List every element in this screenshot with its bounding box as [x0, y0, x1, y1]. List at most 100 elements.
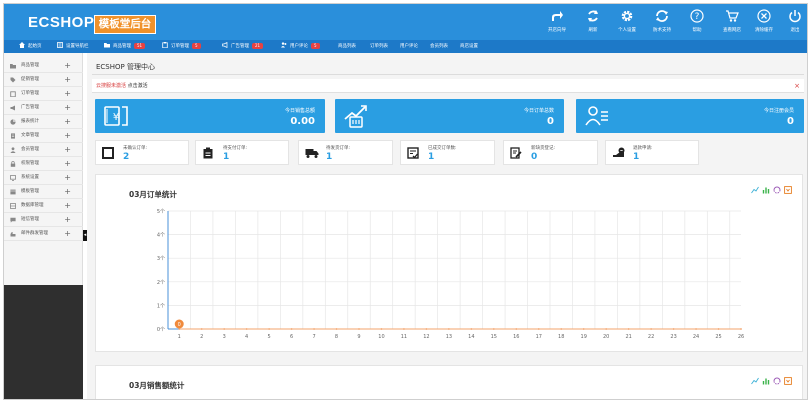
home-icon [19, 42, 25, 48]
lock-icon [10, 161, 16, 167]
stat-card-members[interactable]: 今日注册会员 0 [576, 99, 804, 133]
logout-button[interactable]: 退出 [778, 9, 807, 33]
expand-icon[interactable]: + [64, 213, 71, 227]
sidebar-item-members[interactable]: 会员管理 + [4, 143, 83, 157]
expand-icon[interactable]: + [64, 171, 71, 185]
mini-stat-value: 0 [531, 152, 538, 162]
personal-settings-button[interactable]: 个人设置 [610, 9, 644, 33]
save-image-icon[interactable] [784, 377, 792, 385]
sidebar-item-ads[interactable]: 广告管理 + [4, 101, 83, 115]
sidebar-item-articles[interactable]: 文章管理 + [4, 129, 83, 143]
data-point [245, 328, 248, 330]
sidebar-item-database[interactable]: 数据库管理 + [4, 199, 83, 213]
data-point [627, 328, 630, 330]
refresh-button[interactable]: 刷新 [576, 9, 610, 33]
restore-icon[interactable] [773, 377, 781, 385]
expand-icon[interactable]: + [64, 143, 71, 157]
sidebar-item-label: 模板管理 [21, 189, 39, 194]
app-window: ECSHOP 模板堂后台 开店向导 刷新 个人设置 防术支持 ? 帮助 查看网店 [3, 3, 808, 400]
tool-label: 查看网店 [723, 28, 741, 33]
mini-stat-unpaid[interactable]: 待支付订单: 1 [195, 140, 289, 165]
mini-stat-refund[interactable]: 退款申请: 1 [605, 140, 699, 165]
stat-card-orders[interactable]: 今日订单总数 0 [335, 99, 564, 133]
mini-stat-out-of-stock[interactable]: 新缺货登记: 0 [503, 140, 598, 165]
megaphone-icon [10, 105, 15, 111]
data-point [560, 328, 563, 330]
x-tick-label: 16 [513, 334, 519, 340]
x-tick-label: 6 [290, 334, 293, 340]
mini-stat-to-ship[interactable]: 待发货订单: 1 [298, 140, 393, 165]
expand-icon[interactable]: + [64, 101, 71, 115]
logo-text[interactable]: ECSHOP [28, 14, 94, 31]
expand-icon[interactable]: + [64, 227, 71, 241]
data-point [605, 328, 608, 330]
data-point [650, 328, 653, 330]
clipboard-icon [10, 91, 16, 97]
activate-link[interactable]: 点击激活 [128, 83, 148, 89]
expand-icon[interactable]: + [64, 185, 71, 199]
nav-item-goods[interactable]: 商品管理 51 [104, 40, 146, 53]
nav-item-comments[interactable]: 用户评论 5 [281, 40, 320, 53]
sidebar-item-mail[interactable]: 邮件群发管理 + [4, 227, 83, 241]
mini-stat-label: 未确认订单: [123, 146, 148, 151]
sidebar-item-label: 订单管理 [21, 91, 39, 96]
sidebar-item-orders[interactable]: 订单管理 + [4, 87, 83, 101]
badge-count: 5 [311, 42, 320, 49]
nav-item-orders[interactable]: 订单管理 5 [162, 40, 201, 53]
line-chart-icon[interactable] [751, 377, 759, 385]
nav-item-ads[interactable]: 广告管理 21 [222, 40, 264, 53]
expand-icon[interactable]: + [64, 73, 71, 87]
sidebar-item-label: 商品管理 [21, 63, 39, 68]
y-tick-label: 5个 [157, 209, 165, 215]
folder-icon [10, 64, 16, 69]
close-icon[interactable]: × [794, 79, 800, 93]
sidebar-item-goods[interactable]: 商品管理 + [4, 59, 83, 73]
stat-value: 0 [787, 116, 794, 127]
setup-wizard-button[interactable]: 开店向导 [540, 9, 574, 33]
sidebar-item-system[interactable]: 系统设置 + [4, 171, 83, 185]
nav-item-user-comments[interactable]: 用户评论 [400, 40, 418, 53]
data-point [582, 328, 585, 330]
expand-icon[interactable]: + [64, 87, 71, 101]
x-tick-label: 25 [715, 334, 721, 340]
y-tick-label: 3个 [157, 256, 165, 262]
expand-icon[interactable]: + [64, 199, 71, 213]
nav-item-goods-list[interactable]: 商品列表 [338, 40, 356, 53]
nav-item-home[interactable]: 起始页 [19, 40, 42, 53]
mini-stat-unconfirmed[interactable]: 未确认订单: 2 [95, 140, 189, 165]
nav-item-set-nav[interactable]: 设置导航栏 [57, 40, 89, 53]
sidebar-item-sms[interactable]: 短信管理 + [4, 213, 83, 227]
data-point [313, 328, 315, 330]
x-tick-label: 8 [335, 334, 338, 340]
mini-stat-label: 新缺货登记: [531, 146, 556, 151]
tech-support-button[interactable]: 防术支持 [645, 9, 679, 33]
nav-item-members[interactable]: 会员列表 [430, 40, 448, 53]
view-store-button[interactable]: 查看网店 [715, 9, 749, 33]
badge-count: 5 [192, 42, 201, 49]
data-point [717, 328, 720, 330]
tool-label: 退出 [790, 28, 800, 33]
mini-stat-value: 1 [326, 152, 333, 162]
sidebar-item-templates[interactable]: 模板管理 + [4, 185, 83, 199]
help-button[interactable]: ? 帮助 [680, 9, 714, 33]
chart-toolbox [751, 377, 793, 387]
sales-chart-panel: 03月销售额统计 [95, 365, 803, 399]
expand-icon[interactable]: + [64, 59, 71, 73]
nav-item-store-settings[interactable]: 商店设置 [460, 40, 478, 53]
x-tick-label: 4 [245, 334, 248, 340]
logo-badge: 模板堂后台 [94, 15, 156, 34]
stat-card-sales[interactable]: ¥ 今日销售总额 0.00 [95, 99, 325, 133]
sidebar-item-reports[interactable]: 报表统计 + [4, 115, 83, 129]
expand-icon[interactable]: + [64, 115, 71, 129]
settings-icon [57, 42, 63, 48]
sidebar-item-promotion[interactable]: 促销管理 + [4, 73, 83, 87]
clear-cache-button[interactable]: 清除缓存 [747, 9, 781, 33]
mini-stat-completed[interactable]: 已成交订单数: 1 [400, 140, 495, 165]
y-tick-label: 1个 [157, 303, 165, 309]
data-point [268, 328, 271, 330]
nav-item-order-list[interactable]: 订单列表 [370, 40, 388, 53]
expand-icon[interactable]: + [64, 129, 71, 143]
bar-chart-icon[interactable] [762, 377, 770, 385]
sidebar-item-permissions[interactable]: 权限管理 + [4, 157, 83, 171]
expand-icon[interactable]: + [64, 157, 71, 171]
